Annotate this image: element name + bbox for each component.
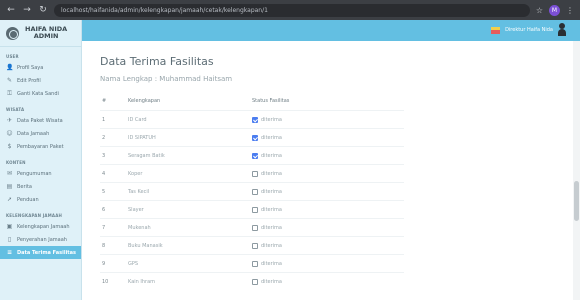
status-checkbox[interactable] — [252, 152, 258, 159]
newspaper-icon: ▤ — [6, 183, 13, 190]
table-row: 10 Kain Ihram diterima — [100, 272, 404, 290]
status-checkbox[interactable] — [252, 134, 258, 141]
table-row: 5 Tas Kecil diterima — [100, 182, 404, 200]
sidebar-item-data-paket-wisata[interactable]: ✈ Data Paket Wisata — [0, 114, 81, 127]
status-checkbox[interactable] — [252, 278, 258, 285]
facilities-table: # Kelengkapan Status Fasilitas 1 ID Card… — [100, 92, 404, 290]
scrollbar-thumb[interactable] — [574, 181, 579, 221]
table-row: 7 Mukenah diterima — [100, 218, 404, 236]
sidebar-item-ganti-kata-sandi[interactable]: ⚿ Ganti Kata Sandi — [0, 87, 81, 100]
status-checkbox[interactable] — [252, 260, 258, 267]
sidebar-item-pengumuman[interactable]: ✉ Pengumuman — [0, 167, 81, 180]
key-icon: ⚿ — [7, 89, 12, 97]
header-kelengkapan: Kelengkapan — [128, 98, 161, 104]
browser-profile-avatar[interactable]: M — [549, 4, 560, 16]
user-name: Direktur Haifa Nida — [505, 27, 553, 33]
edit-icon: ✎ — [6, 77, 13, 84]
brand-logo — [6, 26, 19, 40]
sidebar-item-data-jamaah[interactable]: ☺ Data Jamaah — [0, 127, 81, 140]
page-scrollbar[interactable] — [573, 41, 580, 300]
sidebar-item-panduan[interactable]: ➚ Penduan — [0, 193, 81, 206]
bookmark-star-icon[interactable]: ☆ — [536, 6, 543, 15]
table-row: 4 Koper diterima — [100, 164, 404, 182]
sidebar-section-kelengkapan-jamaah: KELENGKAPAN JAMAAH — [6, 213, 63, 218]
user-icon: 👤 — [6, 64, 14, 71]
flag-icon — [491, 26, 501, 34]
browser-menu-icon[interactable]: ⋮ — [566, 6, 574, 15]
user-avatar-icon — [558, 23, 566, 37]
sidebar-item-data-terima-fasilitas[interactable]: ≡ Data Terima Fasilitas — [0, 246, 81, 259]
table-row: 6 Slayer diterima — [100, 200, 404, 218]
top-navbar: Direktur Haifa Nida — [82, 20, 580, 41]
bag-icon: ▣ — [6, 223, 13, 230]
plane-icon: ✈ — [6, 117, 13, 124]
status-checkbox[interactable] — [252, 224, 258, 231]
status-checkbox[interactable] — [252, 206, 258, 213]
sidebar: HAIFA NIDA ADMIN USER 👤 Profil Saya ✎ Edit… — [0, 20, 82, 300]
table-row: 1 ID Card diterima — [100, 110, 404, 128]
sidebar-item-pembayaran-paket[interactable]: $ Pembayaran Paket — [0, 140, 81, 153]
document-icon: ▯ — [7, 236, 12, 243]
page-title: Data Terima Fasilitas — [100, 55, 214, 68]
status-checkbox[interactable] — [252, 188, 258, 195]
users-icon: ☺ — [6, 130, 13, 137]
sidebar-section-konten: KONTEN — [6, 160, 26, 165]
guide-icon: ➚ — [6, 196, 13, 203]
header-status: Status Fasilitas — [252, 98, 290, 104]
forward-icon[interactable]: → — [22, 5, 32, 15]
table-header: # Kelengkapan Status Fasilitas — [100, 92, 404, 110]
sidebar-section-user: USER — [6, 54, 19, 59]
reload-icon[interactable]: ↻ — [38, 5, 48, 15]
megaphone-icon: ✉ — [6, 170, 13, 177]
money-icon: $ — [7, 143, 12, 150]
sidebar-item-berita[interactable]: ▤ Berita — [0, 180, 81, 193]
header-number: # — [102, 98, 107, 104]
jamaah-name: Nama Lengkap : Muhammad Haitsam — [100, 75, 233, 83]
browser-toolbar: ← → ↻ localhost/haifanida/admin/kelengka… — [0, 0, 580, 20]
sidebar-item-edit-profil[interactable]: ✎ Edit Profil — [0, 74, 81, 87]
sidebar-item-penyerahan-jamaah[interactable]: ▯ Penyerahan Jamaah — [0, 233, 81, 246]
sidebar-item-kelengkapan-jamaah[interactable]: ▣ Kelengkapan Jamaah — [0, 220, 81, 233]
status-checkbox[interactable] — [252, 242, 258, 249]
brand-name: HAIFA NIDA ADMIN — [25, 25, 68, 40]
status-checkbox[interactable] — [252, 116, 258, 123]
table-row: 3 Seragam Batik diterima — [100, 146, 404, 164]
main-content: Data Terima Fasilitas Nama Lengkap : Muh… — [82, 41, 580, 300]
sidebar-item-profil-saya[interactable]: 👤 Profil Saya — [0, 61, 81, 74]
brand[interactable]: HAIFA NIDA ADMIN — [0, 20, 81, 47]
list-icon: ≡ — [6, 249, 13, 256]
back-icon[interactable]: ← — [6, 5, 16, 15]
status-checkbox[interactable] — [252, 170, 258, 177]
table-row: 8 Buku Manasik diterima — [100, 236, 404, 254]
sidebar-section-wisata: WISATA — [6, 107, 25, 112]
table-row: 2 ID SIPATUH diterima — [100, 128, 404, 146]
address-bar[interactable]: localhost/haifanida/admin/kelengkapan/ja… — [54, 3, 530, 17]
user-menu[interactable]: Direktur Haifa Nida — [491, 23, 566, 37]
table-row: 9 GPS diterima — [100, 254, 404, 272]
